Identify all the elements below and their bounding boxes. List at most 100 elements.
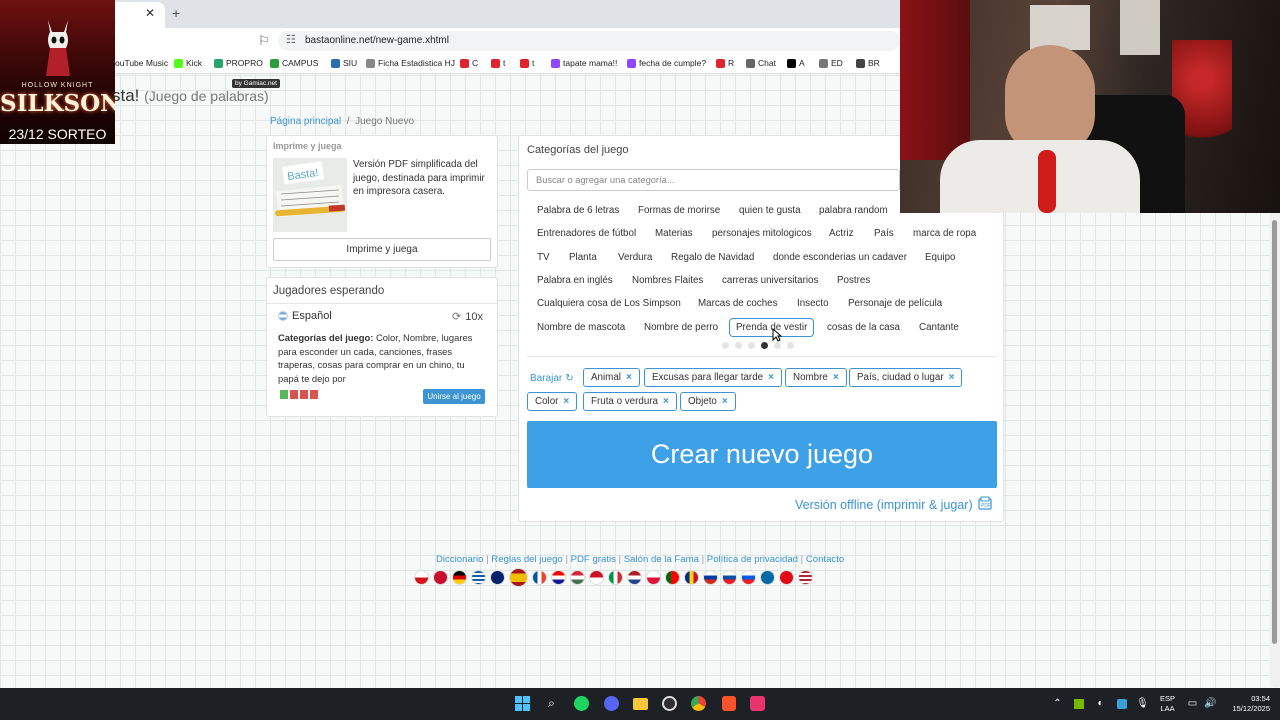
tray-app-icon[interactable]: ◐ <box>1092 695 1109 712</box>
remove-tag-icon[interactable]: × <box>722 396 728 407</box>
flag-it-icon[interactable] <box>608 570 623 585</box>
category-suggestion[interactable]: Nombre de perro <box>637 318 725 337</box>
flag-se-icon[interactable] <box>760 570 775 585</box>
pager-dot[interactable] <box>761 342 768 349</box>
network-icon[interactable]: ▭ <box>1184 695 1201 712</box>
bookmark-item[interactable]: CAMPUS <box>270 58 318 68</box>
category-suggestion[interactable]: Planta <box>562 248 604 267</box>
category-suggestion[interactable]: Verdura <box>611 248 659 267</box>
flag-gr-icon[interactable] <box>471 570 486 585</box>
flag-de-icon[interactable] <box>452 570 467 585</box>
bookmark-item[interactable]: C <box>460 58 478 68</box>
flag-sk-icon[interactable] <box>722 570 737 585</box>
category-suggestion[interactable]: Insecto <box>790 294 836 313</box>
category-suggestion[interactable]: marca de ropa <box>906 224 983 243</box>
remove-tag-icon[interactable]: × <box>768 372 774 383</box>
bookmark-item[interactable]: t <box>491 58 505 68</box>
category-search-input[interactable]: Buscar o agregar una categoría... <box>527 169 900 191</box>
bookmark-item[interactable]: Ficha Estadistica HJ <box>366 58 455 68</box>
bookmark-item[interactable]: BR <box>856 58 880 68</box>
brave-icon[interactable] <box>720 695 737 712</box>
shuffle-button[interactable]: Barajar ↻ <box>530 373 574 384</box>
category-suggestion[interactable]: cosas de la casa <box>820 318 907 337</box>
category-suggestion[interactable]: Regalo de Navidad <box>664 248 761 267</box>
category-suggestion[interactable]: Entrenadores de fútbol <box>530 224 643 243</box>
new-tab-icon[interactable]: + <box>172 5 180 21</box>
microphone-icon[interactable]: 🎙 <box>1134 695 1151 712</box>
category-suggestion[interactable]: Palabra en inglés <box>530 271 620 290</box>
category-suggestion[interactable]: Palabra de 6 letras <box>530 201 626 220</box>
category-suggestion[interactable]: Cantante <box>912 318 966 337</box>
bookmark-item[interactable]: Chat <box>746 58 776 68</box>
category-suggestion[interactable]: Cualquiera cosa de Los Simpson <box>530 294 688 313</box>
flag-pt-icon[interactable] <box>665 570 680 585</box>
bookmark-item[interactable]: tapate mama!! <box>551 58 617 68</box>
category-suggestion[interactable]: Nombre de mascota <box>530 318 632 337</box>
system-clock[interactable]: 03:54 15/12/2025 <box>1222 694 1270 714</box>
remove-tag-icon[interactable]: × <box>563 396 569 407</box>
remove-tag-icon[interactable]: × <box>626 372 632 383</box>
bookmark-item[interactable]: t <box>520 58 534 68</box>
flag-dk-icon[interactable] <box>433 570 448 585</box>
breadcrumb-home-link[interactable]: Página principal <box>270 116 341 127</box>
join-game-button[interactable]: Unirse al juego <box>423 389 485 404</box>
volume-icon[interactable]: 🔊 <box>1202 695 1219 712</box>
bookmark-item[interactable]: PROPRO <box>214 58 263 68</box>
footer-link[interactable]: Reglas del juego <box>491 554 562 565</box>
flag-hr-icon[interactable] <box>551 570 566 585</box>
bookmark-item[interactable]: fecha de cumple? <box>627 58 706 68</box>
pager-dot[interactable] <box>722 342 729 349</box>
offline-version-link[interactable]: Versión offline (imprimir & jugar) PDF <box>795 496 992 513</box>
flag-us-icon[interactable] <box>798 570 813 585</box>
pager-dot[interactable] <box>735 342 742 349</box>
category-suggestion[interactable]: Marcas de coches <box>691 294 785 313</box>
bookmark-item[interactable]: A <box>787 58 805 68</box>
remove-tag-icon[interactable]: × <box>833 372 839 383</box>
flag-ru-icon[interactable] <box>703 570 718 585</box>
flag-ro-icon[interactable] <box>684 570 699 585</box>
category-suggestion[interactable]: Postres <box>830 271 877 290</box>
category-suggestion[interactable]: Materias <box>648 224 700 243</box>
flag-si-icon[interactable] <box>741 570 756 585</box>
spotify-icon[interactable] <box>573 695 590 712</box>
footer-link[interactable]: Contacto <box>806 554 844 565</box>
category-suggestion[interactable]: TV <box>530 248 557 267</box>
bookmark-item[interactable]: SIU <box>331 58 357 68</box>
bookmark-item[interactable]: ED <box>819 58 843 68</box>
flag-nl-icon[interactable] <box>627 570 642 585</box>
pager-dot[interactable] <box>787 342 794 349</box>
flag-id-icon[interactable] <box>589 570 604 585</box>
tiktok-icon[interactable] <box>749 695 766 712</box>
category-suggestion[interactable]: Formas de morirse <box>631 201 727 220</box>
footer-link[interactable]: Salón de la Fama <box>624 554 699 565</box>
search-icon[interactable]: ⌕ <box>543 695 560 712</box>
keyboard-language[interactable]: ESP LAA <box>1160 694 1175 714</box>
nvidia-icon[interactable] <box>1070 695 1087 712</box>
category-suggestion[interactable]: carreras universitarios <box>715 271 825 290</box>
url-text[interactable]: bastaonline.net/new-game.xhtml <box>305 35 449 46</box>
file-explorer-icon[interactable] <box>632 695 649 712</box>
pager-dot[interactable] <box>748 342 755 349</box>
flag-cz-icon[interactable] <box>414 570 429 585</box>
category-suggestion[interactable]: Equipo <box>918 248 963 267</box>
category-suggestion[interactable]: Personaje de película <box>841 294 949 313</box>
scrollbar-thumb[interactable] <box>1272 220 1277 644</box>
footer-link[interactable]: Política de privacidad <box>707 554 798 565</box>
tray-chevron-icon[interactable]: ⌃ <box>1049 695 1066 712</box>
flag-gb-icon[interactable] <box>490 570 505 585</box>
footer-link[interactable]: PDF gratis <box>571 554 616 565</box>
site-info-icon[interactable]: ☷ <box>286 33 296 46</box>
bookmark-item[interactable]: R <box>716 58 734 68</box>
category-suggestion[interactable]: quien te gusta <box>732 201 808 220</box>
flag-es-icon[interactable] <box>509 568 528 587</box>
flag-fr-icon[interactable] <box>532 570 547 585</box>
flag-pl-icon[interactable] <box>646 570 661 585</box>
flag-tr-icon[interactable] <box>779 570 794 585</box>
create-new-game-button[interactable]: Crear nuevo juego <box>527 421 997 488</box>
print-and-play-button[interactable]: Imprime y juega <box>273 238 491 261</box>
category-suggestion[interactable]: donde esconderias un cadaver <box>766 248 914 267</box>
obs-icon[interactable] <box>661 695 678 712</box>
category-suggestion[interactable]: personajes mitologicos <box>705 224 819 243</box>
category-suggestion[interactable]: Actriz <box>822 224 861 243</box>
bookmark-item[interactable]: Kick <box>174 58 202 68</box>
